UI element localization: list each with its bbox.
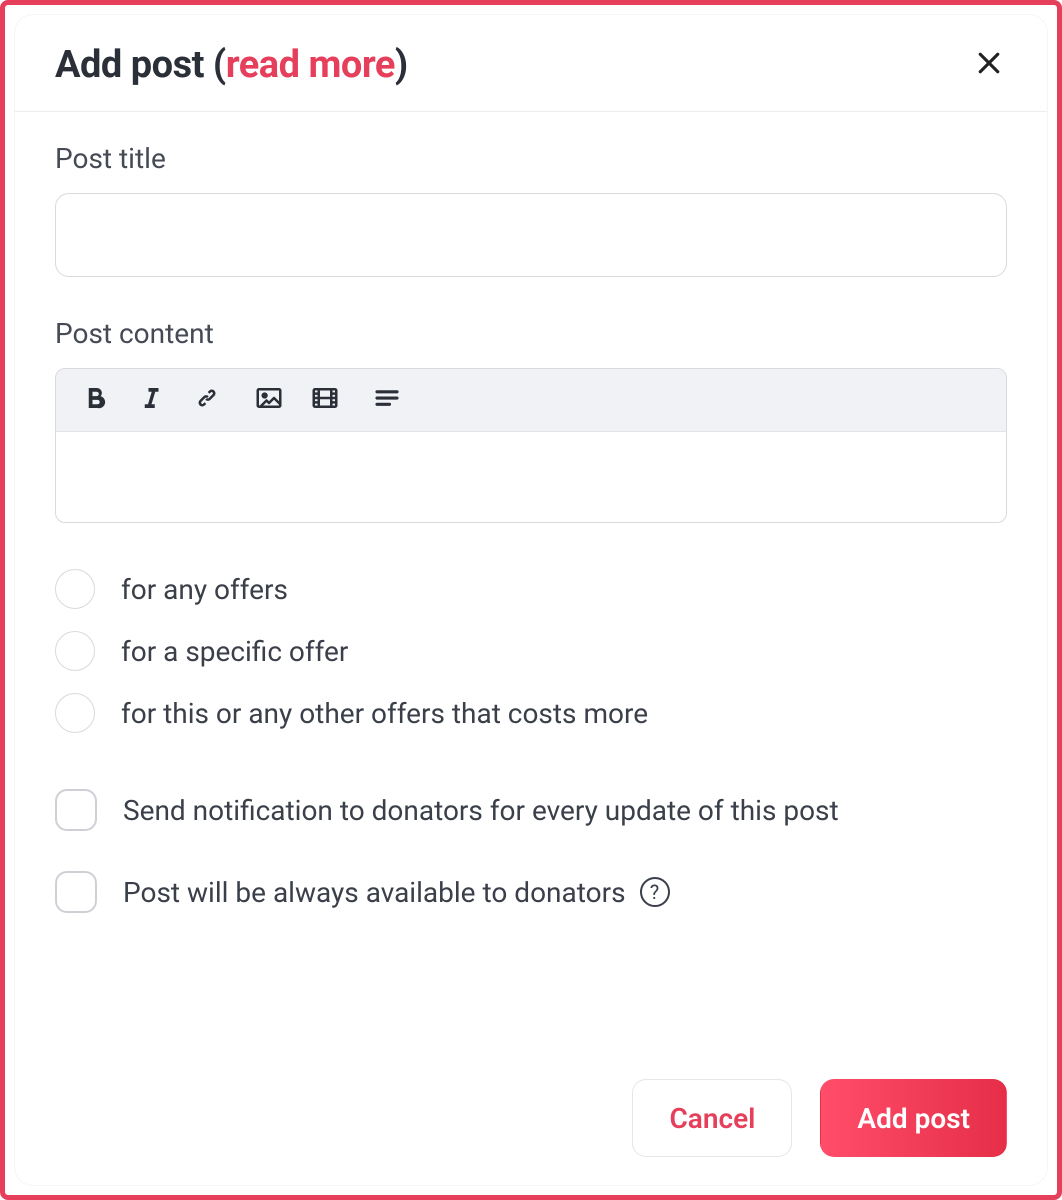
add-post-button[interactable]: Add post [820, 1079, 1007, 1157]
read-more-link[interactable]: read more [226, 43, 395, 87]
toolbar-group-layout [370, 383, 404, 417]
align-icon [372, 383, 402, 417]
post-content-label: Post content [55, 317, 1007, 350]
check-notify-donators-input[interactable] [55, 789, 97, 831]
check-always-available-text: Post will be always available to donator… [123, 876, 626, 909]
align-button[interactable] [370, 383, 404, 417]
link-button[interactable] [190, 383, 224, 417]
bold-button[interactable] [78, 383, 112, 417]
modal-footer: Cancel Add post [15, 1051, 1047, 1185]
check-always-available-input[interactable] [55, 871, 97, 913]
radio-any-offers: for any offers [55, 569, 1007, 609]
post-title-input[interactable] [55, 193, 1007, 277]
app-frame: Add post (read more) Post title Post con… [0, 0, 1062, 1200]
italic-button[interactable] [134, 383, 168, 417]
bold-icon [80, 383, 110, 417]
image-icon [254, 383, 284, 417]
video-icon [310, 383, 340, 417]
check-always-available: Post will be always available to donator… [55, 871, 1007, 913]
radio-this-or-more-input[interactable] [55, 693, 95, 733]
post-content-editor [55, 368, 1007, 523]
post-options-checks: Send notification to donators for every … [55, 789, 1007, 913]
modal-body: Post title Post content [15, 112, 1047, 1051]
post-title-label: Post title [55, 142, 1007, 175]
close-button[interactable] [971, 47, 1007, 83]
help-icon[interactable]: ? [640, 877, 670, 907]
radio-specific-offer-label: for a specific offer [121, 635, 348, 668]
radio-any-offers-label: for any offers [121, 573, 288, 606]
modal-title: Add post (read more) [55, 43, 408, 87]
link-icon [192, 383, 222, 417]
radio-specific-offer: for a specific offer [55, 631, 1007, 671]
title-prefix: Add post ( [55, 43, 226, 87]
check-always-available-label: Post will be always available to donator… [123, 876, 670, 909]
check-notify-donators: Send notification to donators for every … [55, 789, 1007, 831]
post-content-input[interactable] [56, 432, 1006, 522]
add-post-modal: Add post (read more) Post title Post con… [15, 15, 1047, 1185]
title-suffix: ) [395, 43, 408, 87]
video-button[interactable] [308, 383, 342, 417]
modal-header: Add post (read more) [15, 15, 1047, 112]
toolbar-group-text [78, 383, 224, 417]
radio-this-or-more-label: for this or any other offers that costs … [121, 697, 648, 730]
close-icon [974, 48, 1004, 82]
editor-toolbar [56, 369, 1006, 432]
check-notify-donators-label: Send notification to donators for every … [123, 794, 839, 827]
offer-scope-radios: for any offers for a specific offer for … [55, 569, 1007, 733]
italic-icon [136, 383, 166, 417]
cancel-button[interactable]: Cancel [632, 1079, 792, 1157]
image-button[interactable] [252, 383, 286, 417]
radio-this-or-more: for this or any other offers that costs … [55, 693, 1007, 733]
radio-any-offers-input[interactable] [55, 569, 95, 609]
radio-specific-offer-input[interactable] [55, 631, 95, 671]
toolbar-group-media [252, 383, 342, 417]
